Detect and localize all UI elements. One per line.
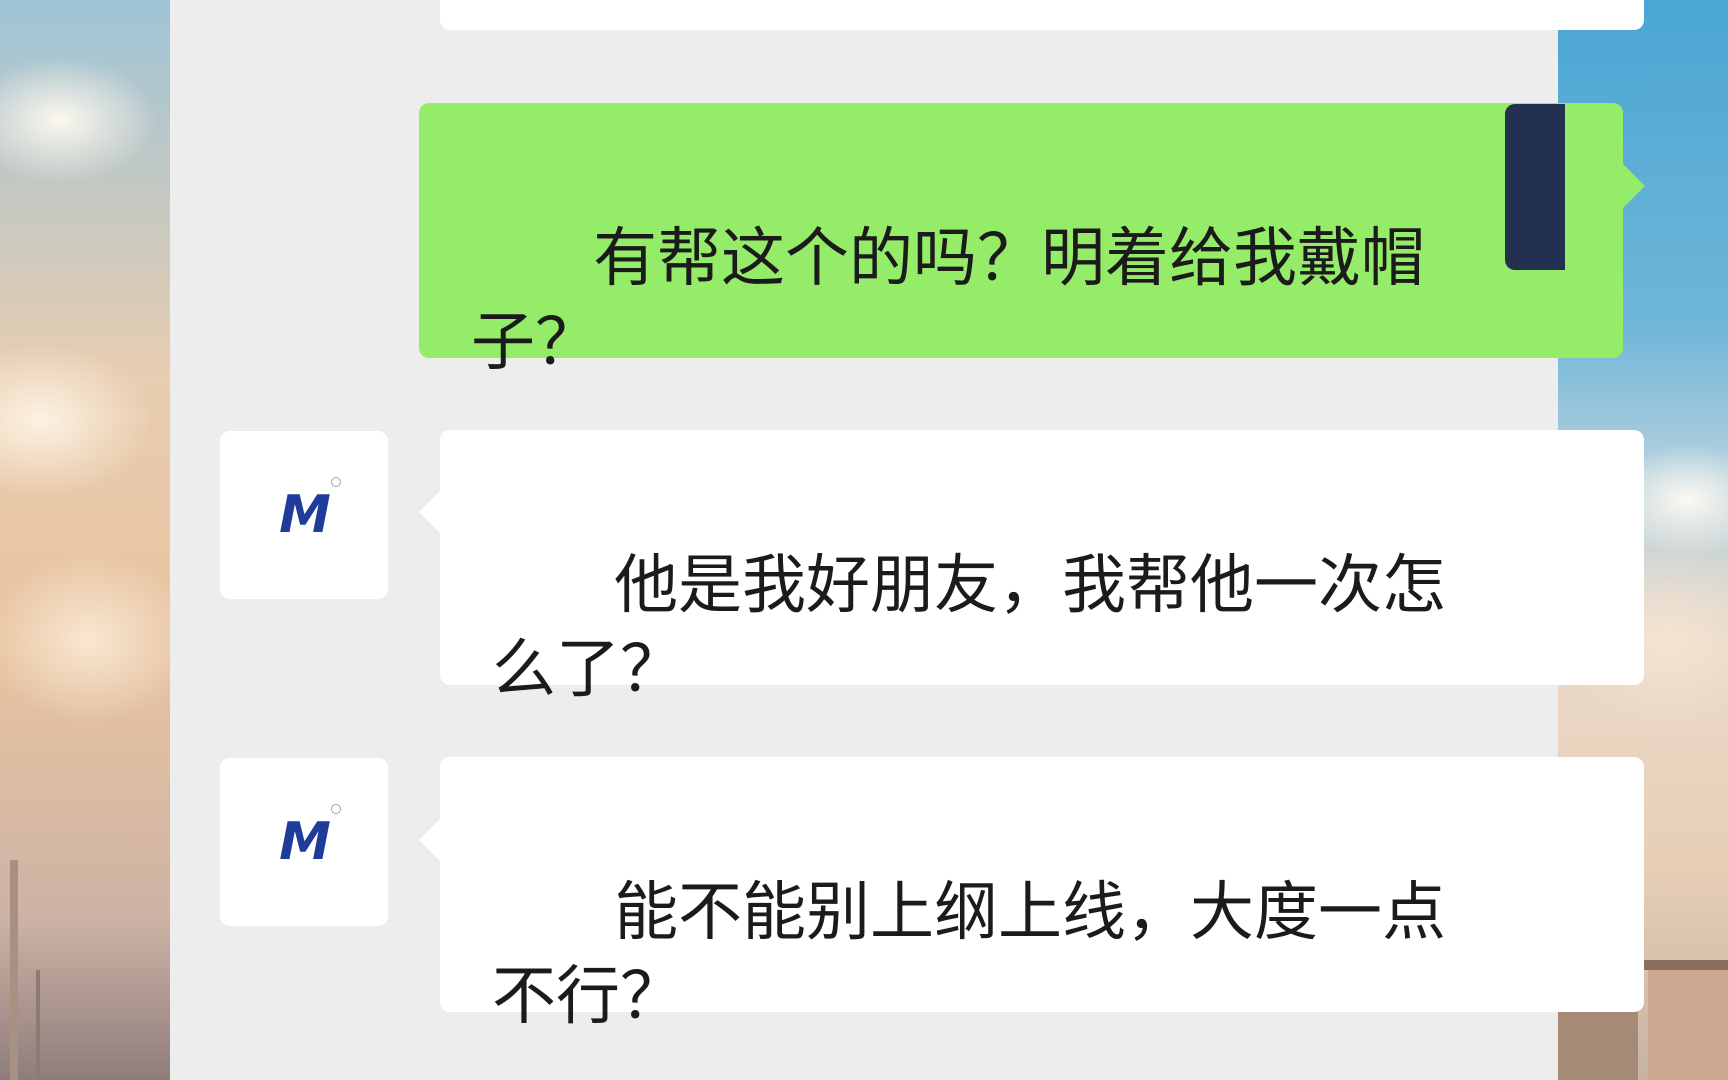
self-avatar[interactable] bbox=[1505, 104, 1565, 270]
bubble-tail-sent bbox=[1623, 164, 1645, 208]
avatar-logo-text: M bbox=[279, 485, 331, 545]
bubble-tail-received bbox=[419, 490, 441, 534]
avatar[interactable]: M bbox=[220, 431, 388, 599]
background-scenery-left bbox=[0, 0, 170, 1080]
building-roof bbox=[1640, 960, 1728, 970]
avatar[interactable]: M bbox=[220, 758, 388, 926]
registered-mark-icon bbox=[330, 804, 341, 814]
message-text: 有帮这个的吗？明着给我戴帽 子？ bbox=[471, 222, 1426, 380]
message-text: 能不能别上纲上线，大度一点 不行？ bbox=[492, 876, 1447, 1034]
m-logo-icon: M bbox=[279, 477, 341, 545]
message-bubble-received[interactable]: 他是我好朋友，我帮他一次怎 么了？ bbox=[440, 430, 1644, 707]
utility-pole bbox=[10, 860, 18, 1080]
antenna-pole bbox=[36, 970, 40, 1080]
message-bubble-sent[interactable]: 有帮这个的吗？明着给我戴帽 子？ bbox=[419, 103, 1623, 380]
message-text: 他是我好朋友，我帮他一次怎 么了？ bbox=[492, 549, 1447, 707]
avatar-logo-text: M bbox=[279, 812, 331, 872]
m-logo-icon: M bbox=[279, 804, 341, 872]
chat-panel[interactable]: 有帮这个的吗？明着给我戴帽 子？ M 他是我好朋友，我帮他一次怎 么了？ M 能… bbox=[170, 0, 1645, 1080]
registered-mark-icon bbox=[330, 477, 341, 487]
message-bubble-received[interactable]: 能不能别上纲上线，大度一点 不行？ bbox=[440, 757, 1644, 1034]
building-small bbox=[1640, 960, 1728, 1080]
message-bubble-received[interactable] bbox=[440, 0, 1644, 30]
bubble-tail-received bbox=[419, 818, 441, 862]
screenshot-stage: 有帮这个的吗？明着给我戴帽 子？ M 他是我好朋友，我帮他一次怎 么了？ M 能… bbox=[0, 0, 1728, 1080]
